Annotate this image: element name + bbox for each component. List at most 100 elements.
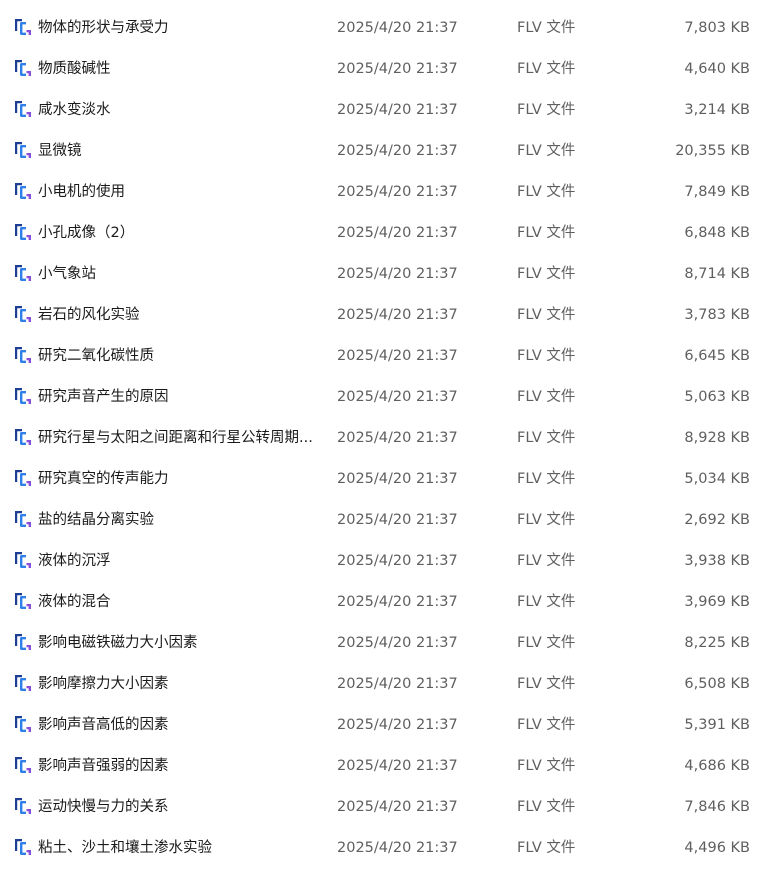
file-row[interactable]: 岩石的风化实验 2025/4/20 21:37 FLV 文件 3,783 KB	[0, 295, 764, 336]
file-date-modified: 2025/4/20 21:37	[337, 102, 458, 118]
file-type: FLV 文件	[517, 225, 576, 241]
file-date-modified: 2025/4/20 21:37	[337, 225, 458, 241]
file-type: FLV 文件	[517, 635, 576, 651]
file-name: 研究声音产生的原因	[38, 389, 169, 405]
file-row[interactable]: 小孔成像（2） 2025/4/20 21:37 FLV 文件 6,848 KB	[0, 213, 764, 254]
video-file-icon	[12, 550, 34, 572]
file-row[interactable]: 运动快慢与力的关系 2025/4/20 21:37 FLV 文件 7,846 K…	[0, 787, 764, 828]
file-row[interactable]: 粘土、沙土和壤土渗水实验 2025/4/20 21:37 FLV 文件 4,49…	[0, 828, 764, 869]
file-size: 7,846 KB	[684, 799, 750, 815]
file-type: FLV 文件	[517, 143, 576, 159]
file-row[interactable]: 液体的混合 2025/4/20 21:37 FLV 文件 3,969 KB	[0, 582, 764, 623]
file-name: 咸水变淡水	[38, 102, 111, 118]
video-file-icon	[12, 386, 34, 408]
file-date-modified: 2025/4/20 21:37	[337, 307, 458, 323]
video-file-icon	[12, 99, 34, 121]
file-type: FLV 文件	[517, 717, 576, 733]
file-size: 20,355 KB	[675, 143, 750, 159]
video-file-icon	[12, 222, 34, 244]
video-file-icon	[12, 509, 34, 531]
file-date-modified: 2025/4/20 21:37	[337, 61, 458, 77]
file-name: 物体的形状与承受力	[38, 20, 169, 36]
file-size: 6,848 KB	[684, 225, 750, 241]
file-date-modified: 2025/4/20 21:37	[337, 676, 458, 692]
file-type: FLV 文件	[517, 389, 576, 405]
file-row[interactable]: 研究声音产生的原因 2025/4/20 21:37 FLV 文件 5,063 K…	[0, 377, 764, 418]
video-file-icon	[12, 714, 34, 736]
file-type: FLV 文件	[517, 594, 576, 610]
file-size: 8,714 KB	[684, 266, 750, 282]
file-size: 5,391 KB	[684, 717, 750, 733]
file-name: 运动快慢与力的关系	[38, 799, 169, 815]
file-row[interactable]: 影响声音高低的因素 2025/4/20 21:37 FLV 文件 5,391 K…	[0, 705, 764, 746]
file-type: FLV 文件	[517, 348, 576, 364]
file-date-modified: 2025/4/20 21:37	[337, 553, 458, 569]
file-type: FLV 文件	[517, 758, 576, 774]
file-type: FLV 文件	[517, 184, 576, 200]
file-size: 5,034 KB	[684, 471, 750, 487]
file-row[interactable]: 盐的结晶分离实验 2025/4/20 21:37 FLV 文件 2,692 KB	[0, 500, 764, 541]
file-name: 研究行星与太阳之间距离和行星公转周期...	[38, 430, 313, 446]
file-name: 岩石的风化实验	[38, 307, 140, 323]
file-date-modified: 2025/4/20 21:37	[337, 799, 458, 815]
file-date-modified: 2025/4/20 21:37	[337, 348, 458, 364]
video-file-icon	[12, 181, 34, 203]
file-date-modified: 2025/4/20 21:37	[337, 20, 458, 36]
file-row[interactable]: 小电机的使用 2025/4/20 21:37 FLV 文件 7,849 KB	[0, 172, 764, 213]
file-size: 3,783 KB	[684, 307, 750, 323]
file-name: 研究真空的传声能力	[38, 471, 169, 487]
file-row[interactable]: 物质酸碱性 2025/4/20 21:37 FLV 文件 4,640 KB	[0, 49, 764, 90]
video-file-icon	[12, 673, 34, 695]
file-row[interactable]: 小气象站 2025/4/20 21:37 FLV 文件 8,714 KB	[0, 254, 764, 295]
video-file-icon	[12, 17, 34, 39]
file-name: 小电机的使用	[38, 184, 125, 200]
file-date-modified: 2025/4/20 21:37	[337, 184, 458, 200]
file-type: FLV 文件	[517, 266, 576, 282]
file-size: 8,928 KB	[684, 430, 750, 446]
file-row[interactable]: 研究真空的传声能力 2025/4/20 21:37 FLV 文件 5,034 K…	[0, 459, 764, 500]
file-size: 4,640 KB	[684, 61, 750, 77]
file-name: 影响摩擦力大小因素	[38, 676, 169, 692]
file-row[interactable]: 影响摩擦力大小因素 2025/4/20 21:37 FLV 文件 6,508 K…	[0, 664, 764, 705]
video-file-icon	[12, 755, 34, 777]
file-name: 影响电磁铁磁力大小因素	[38, 635, 198, 651]
file-row[interactable]: 液体的沉浮 2025/4/20 21:37 FLV 文件 3,938 KB	[0, 541, 764, 582]
file-size: 8,225 KB	[684, 635, 750, 651]
file-type: FLV 文件	[517, 430, 576, 446]
file-type: FLV 文件	[517, 20, 576, 36]
file-type: FLV 文件	[517, 471, 576, 487]
file-type: FLV 文件	[517, 102, 576, 118]
file-size: 5,063 KB	[684, 389, 750, 405]
video-file-icon	[12, 632, 34, 654]
file-date-modified: 2025/4/20 21:37	[337, 717, 458, 733]
file-size: 4,686 KB	[684, 758, 750, 774]
file-size: 6,508 KB	[684, 676, 750, 692]
file-type: FLV 文件	[517, 676, 576, 692]
video-file-icon	[12, 263, 34, 285]
file-date-modified: 2025/4/20 21:37	[337, 635, 458, 651]
file-date-modified: 2025/4/20 21:37	[337, 840, 458, 856]
file-row[interactable]: 物体的形状与承受力 2025/4/20 21:37 FLV 文件 7,803 K…	[0, 8, 764, 49]
file-type: FLV 文件	[517, 512, 576, 528]
file-type: FLV 文件	[517, 553, 576, 569]
video-file-icon	[12, 591, 34, 613]
file-row[interactable]: 显微镜 2025/4/20 21:37 FLV 文件 20,355 KB	[0, 131, 764, 172]
file-name: 粘土、沙土和壤土渗水实验	[38, 840, 212, 856]
file-date-modified: 2025/4/20 21:37	[337, 266, 458, 282]
video-file-icon	[12, 58, 34, 80]
file-row[interactable]: 影响电磁铁磁力大小因素 2025/4/20 21:37 FLV 文件 8,225…	[0, 623, 764, 664]
file-size: 7,803 KB	[684, 20, 750, 36]
file-row[interactable]: 研究二氧化碳性质 2025/4/20 21:37 FLV 文件 6,645 KB	[0, 336, 764, 377]
file-name: 物质酸碱性	[38, 61, 111, 77]
file-name: 小孔成像（2）	[38, 225, 135, 241]
file-size: 3,214 KB	[684, 102, 750, 118]
file-date-modified: 2025/4/20 21:37	[337, 389, 458, 405]
file-name: 小气象站	[38, 266, 96, 282]
video-file-icon	[12, 427, 34, 449]
file-row[interactable]: 研究行星与太阳之间距离和行星公转周期... 2025/4/20 21:37 FL…	[0, 418, 764, 459]
file-row[interactable]: 咸水变淡水 2025/4/20 21:37 FLV 文件 3,214 KB	[0, 90, 764, 131]
file-row[interactable]: 影响声音强弱的因素 2025/4/20 21:37 FLV 文件 4,686 K…	[0, 746, 764, 787]
video-file-icon	[12, 796, 34, 818]
file-date-modified: 2025/4/20 21:37	[337, 143, 458, 159]
file-size: 3,938 KB	[684, 553, 750, 569]
